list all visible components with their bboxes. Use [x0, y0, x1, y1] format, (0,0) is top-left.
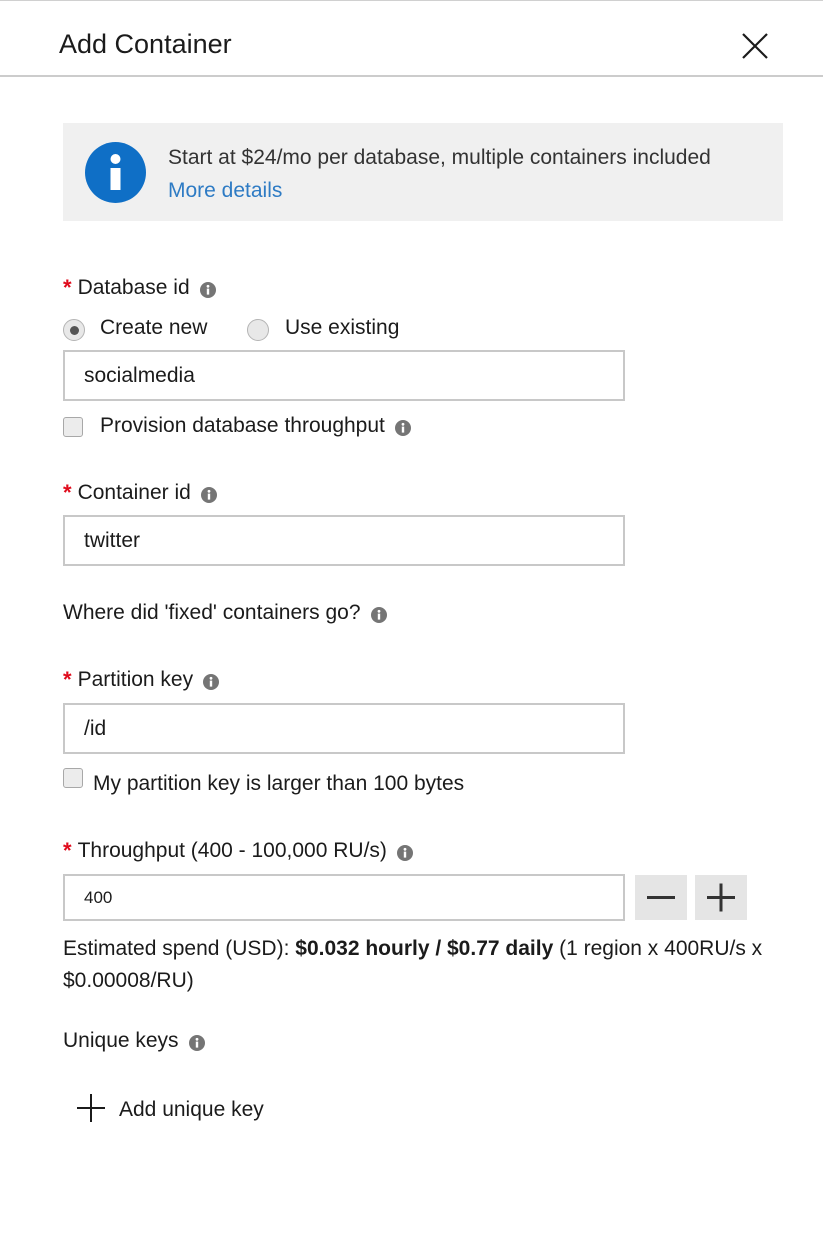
large-partition-key-checkbox[interactable] [63, 768, 83, 788]
info-banner: Start at $24/mo per database, multiple c… [63, 123, 783, 221]
info-tooltip-icon[interactable] [370, 605, 387, 623]
info-tooltip-icon[interactable] [199, 280, 216, 298]
throughput-input[interactable]: 400 [63, 874, 625, 921]
partition-key-label: * Partition key [63, 667, 220, 693]
large-partition-key-label: My partition key is larger than 100 byte… [93, 772, 465, 795]
required-asterisk: * [63, 275, 72, 300]
throughput-label: * Throughput (400 - 100,000 RU/s) [63, 838, 413, 864]
required-asterisk: * [63, 838, 72, 863]
panel-header: Add Container [0, 1, 823, 77]
container-id-label: * Container id [63, 480, 217, 506]
info-tooltip-icon[interactable] [188, 1033, 205, 1051]
create-new-radio[interactable] [63, 319, 85, 341]
container-id-label-text: Container id [77, 481, 191, 504]
throughput-label-text: Throughput (400 - 100,000 RU/s) [77, 839, 387, 862]
estimate-cost: $0.032 hourly / $0.77 daily [295, 937, 554, 960]
database-id-input[interactable]: socialmedia [63, 350, 625, 401]
fixed-containers-question: Where did 'fixed' containers go? [63, 601, 387, 625]
estimated-spend: Estimated spend (USD): $0.032 hourly / $… [63, 933, 763, 997]
unique-keys-label: Unique keys [63, 1029, 205, 1053]
database-id-label-text: Database id [77, 276, 190, 299]
info-tooltip-icon[interactable] [200, 485, 217, 503]
use-existing-radio[interactable] [247, 319, 269, 341]
partition-key-input[interactable]: /id [63, 703, 625, 754]
info-tooltip-icon[interactable] [203, 672, 220, 690]
info-tooltip-icon[interactable] [394, 418, 411, 436]
info-message: Start at $24/mo per database, multiple c… [168, 146, 711, 169]
provision-throughput-label: Provision database throughput [100, 414, 411, 438]
database-id-label: * Database id [63, 275, 216, 301]
add-unique-key-label: Add unique key [119, 1098, 264, 1121]
unique-keys-label-text: Unique keys [63, 1029, 179, 1052]
info-tooltip-icon[interactable] [396, 843, 413, 861]
add-unique-key-button[interactable]: Add unique key [77, 1093, 264, 1127]
panel-title: Add Container [59, 29, 232, 59]
required-asterisk: * [63, 480, 72, 505]
fixed-containers-text: Where did 'fixed' containers go? [63, 601, 361, 624]
estimate-prefix: Estimated spend (USD): [63, 937, 296, 960]
create-new-label: Create new [100, 316, 208, 339]
partition-key-label-text: Partition key [77, 668, 194, 691]
plus-icon[interactable] [695, 875, 747, 920]
provision-throughput-checkbox[interactable] [63, 417, 83, 437]
plus-icon [77, 1093, 105, 1127]
required-asterisk: * [63, 667, 72, 692]
minus-icon[interactable] [635, 875, 687, 920]
use-existing-label: Use existing [285, 316, 400, 339]
container-id-input[interactable]: twitter [63, 515, 625, 566]
more-details-link[interactable]: More details [168, 179, 282, 203]
provision-throughput-text: Provision database throughput [100, 414, 385, 437]
info-icon [85, 142, 146, 203]
close-icon[interactable] [740, 31, 770, 61]
